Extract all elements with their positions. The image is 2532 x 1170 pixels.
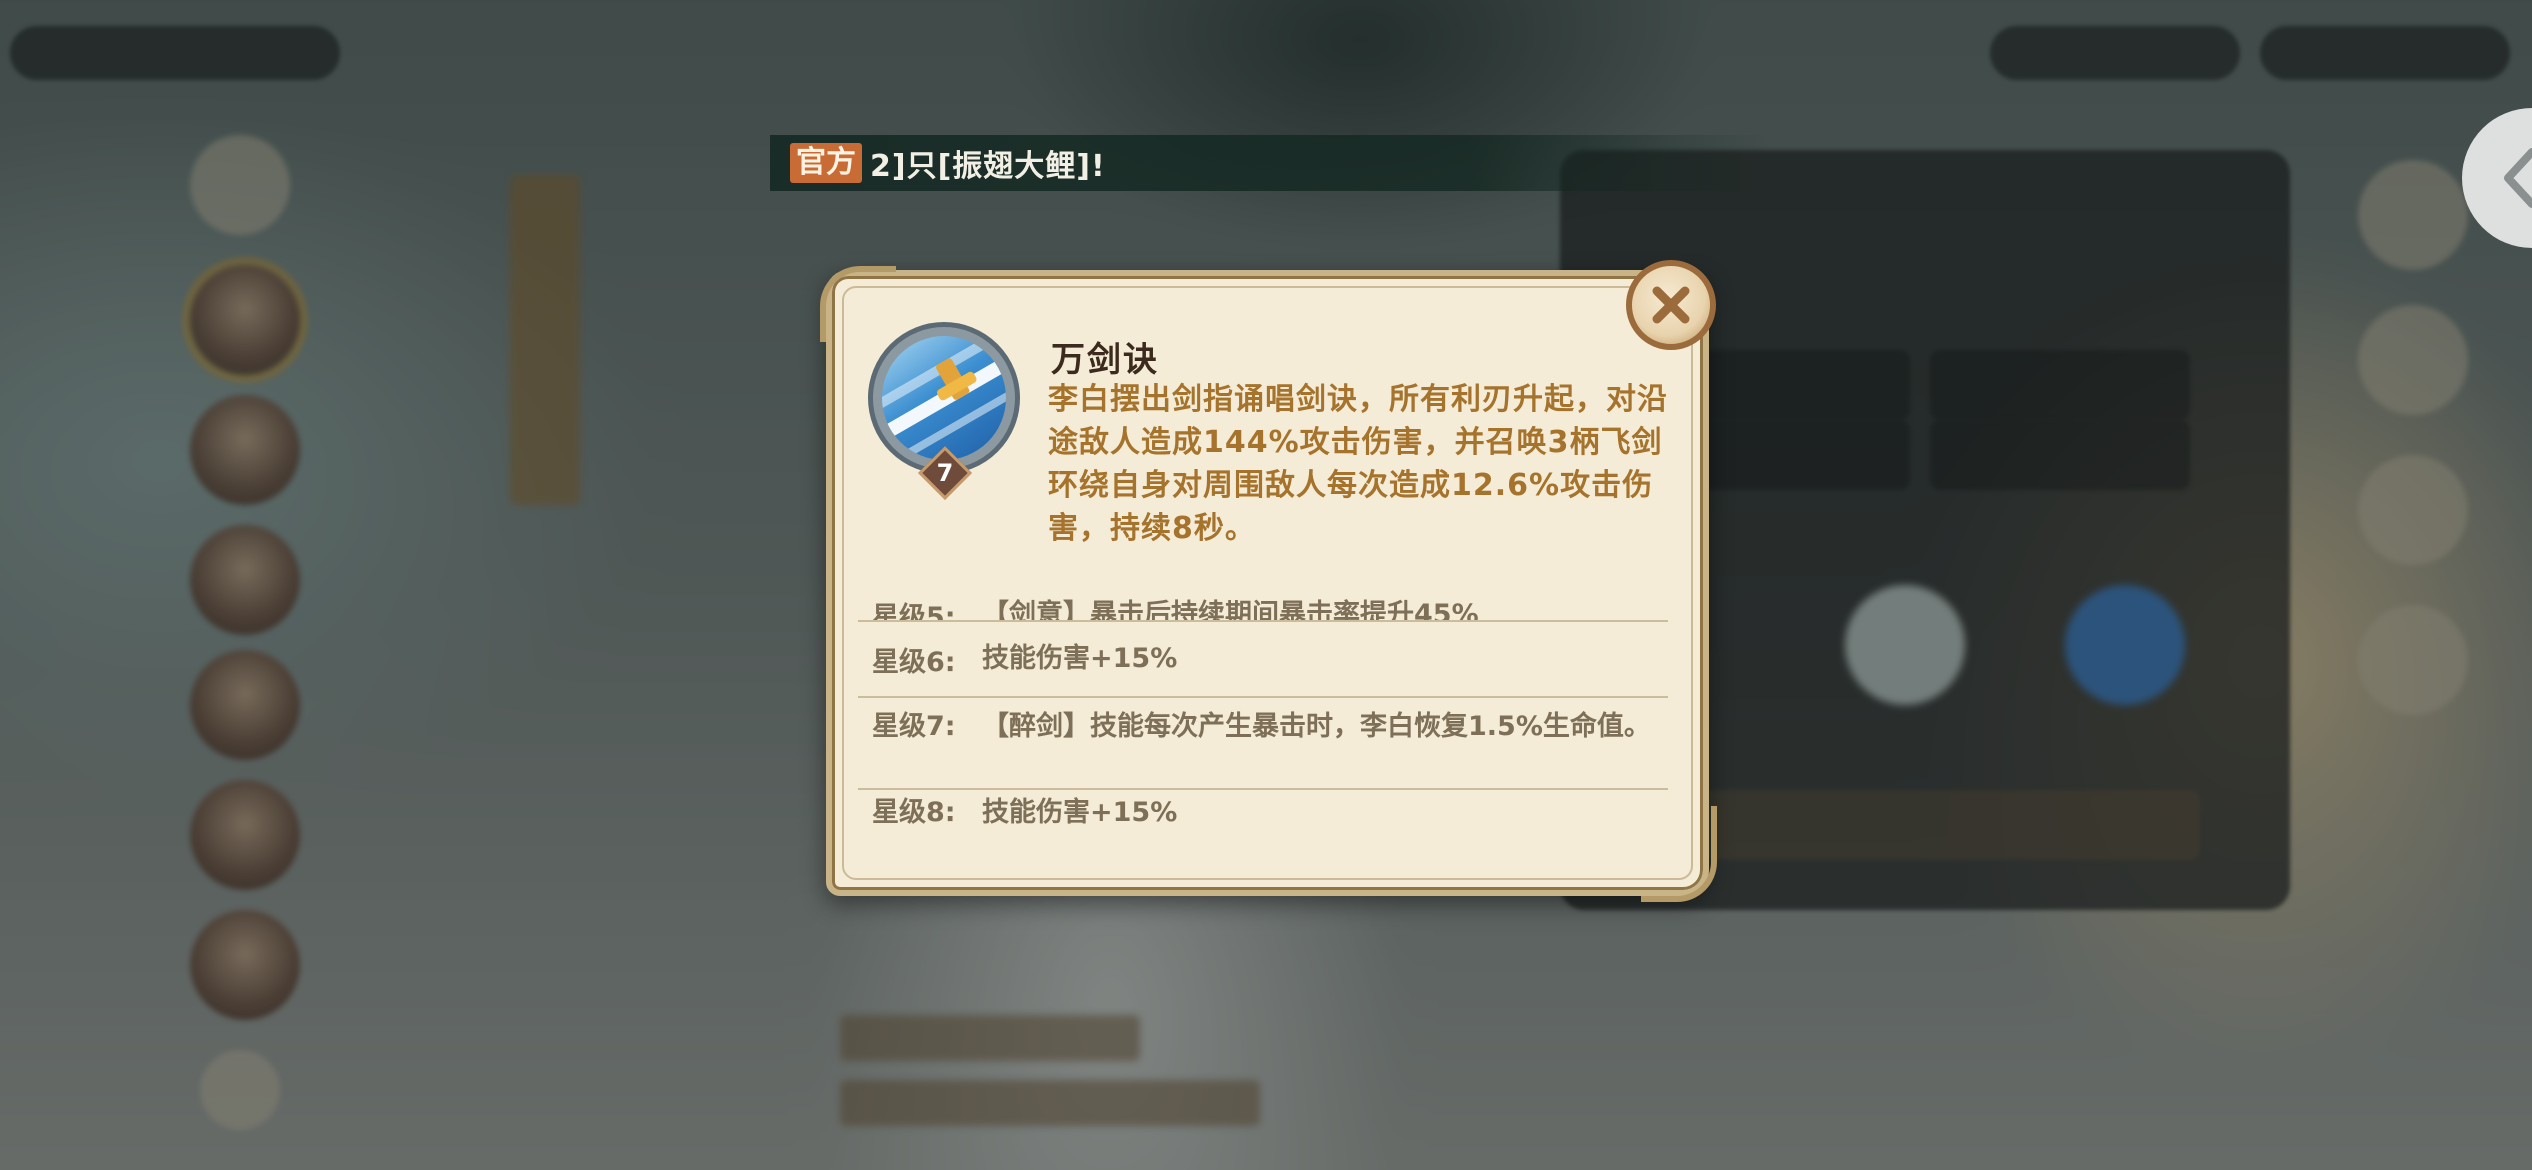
list-item: 星级6: 技能伤害+15% — [858, 622, 1668, 698]
star-level-label: 星级7: — [872, 711, 956, 742]
star-level-effect: 【醉剑】技能每次产生暴击时，李白恢复1.5%生命值。 — [982, 711, 1651, 742]
skill-icon-frame: 7 — [868, 322, 1020, 500]
star-level-effect: 技能伤害+15% — [982, 797, 1178, 828]
star-level-label: 星级6: — [872, 646, 956, 678]
star-level-effect: 【剑意】暴击后持续期间暴击率提升45% — [982, 599, 1479, 622]
list-item: 星级5: 【剑意】暴击后持续期间暴击率提升45% — [858, 580, 1668, 622]
sword-skill-icon — [882, 336, 1006, 460]
star-level-label: 星级5: — [872, 602, 956, 622]
announcement-tag: 官方 — [790, 143, 862, 183]
announcement-message: 2]只[振翅大鲤]! — [870, 149, 1106, 184]
star-level-effect: 技能伤害+15% — [982, 643, 1178, 674]
list-item: 星级8: 技能伤害+15% — [858, 790, 1668, 830]
chevron-left-icon — [2504, 148, 2532, 208]
star-level-label: 星级8: — [872, 797, 956, 828]
star-level-list[interactable]: 星级5: 【剑意】暴击后持续期间暴击率提升45% 星级6: 技能伤害+15% 星… — [858, 580, 1668, 870]
close-icon — [1652, 286, 1690, 324]
skill-name: 万剑诀 — [1051, 340, 1159, 380]
announcement-ticker: 官方 2]只[振翅大鲤]! — [770, 135, 1770, 191]
skill-description: 李白摆出剑指诵唱剑诀，所有利刃升起，对沿途敌人造成144%攻击伤害，并召唤3柄飞… — [1048, 382, 1668, 546]
skill-level-text: 7 — [936, 459, 954, 487]
skill-detail-popup: 7 万剑诀 李白摆出剑指诵唱剑诀，所有利刃升起，对沿途敌人造成144%攻击伤害，… — [820, 260, 1717, 902]
list-item: 星级7: 【醉剑】技能每次产生暴击时，李白恢复1.5%生命值。 — [858, 698, 1668, 790]
skill-level-badge: 7 — [918, 446, 972, 500]
close-button[interactable] — [1626, 260, 1716, 350]
